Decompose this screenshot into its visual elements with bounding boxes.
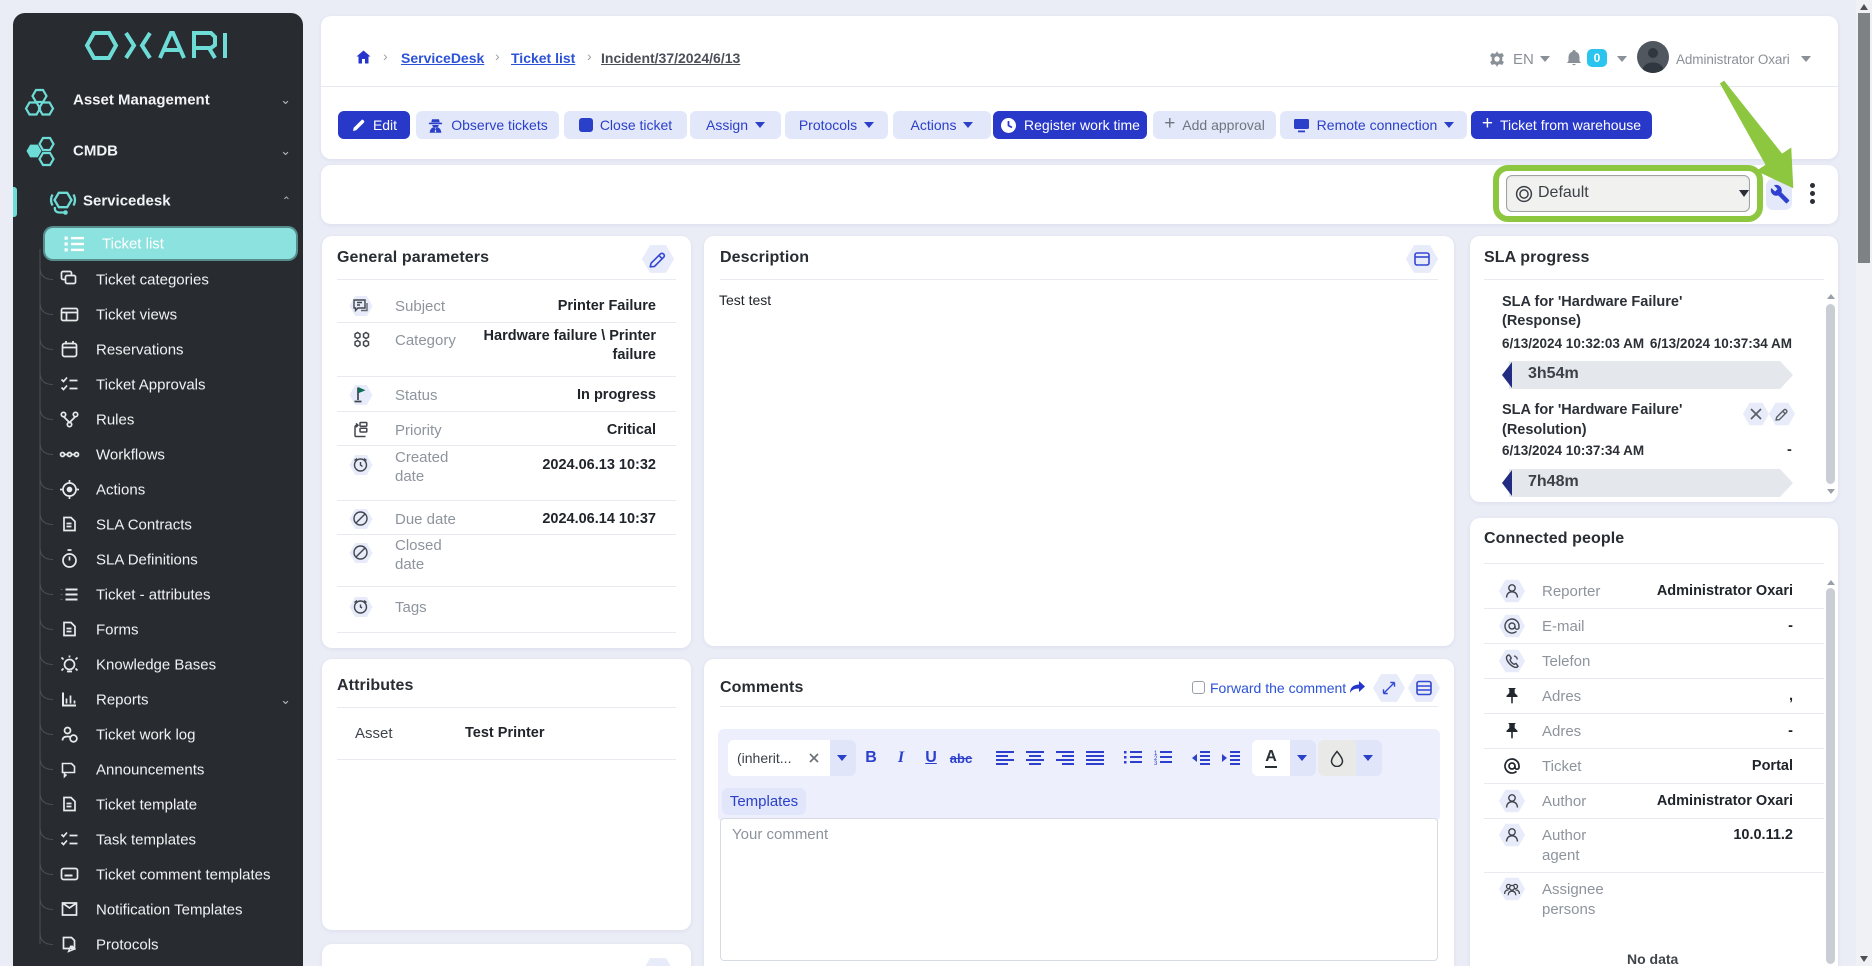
svg-text:3: 3: [1154, 761, 1158, 766]
